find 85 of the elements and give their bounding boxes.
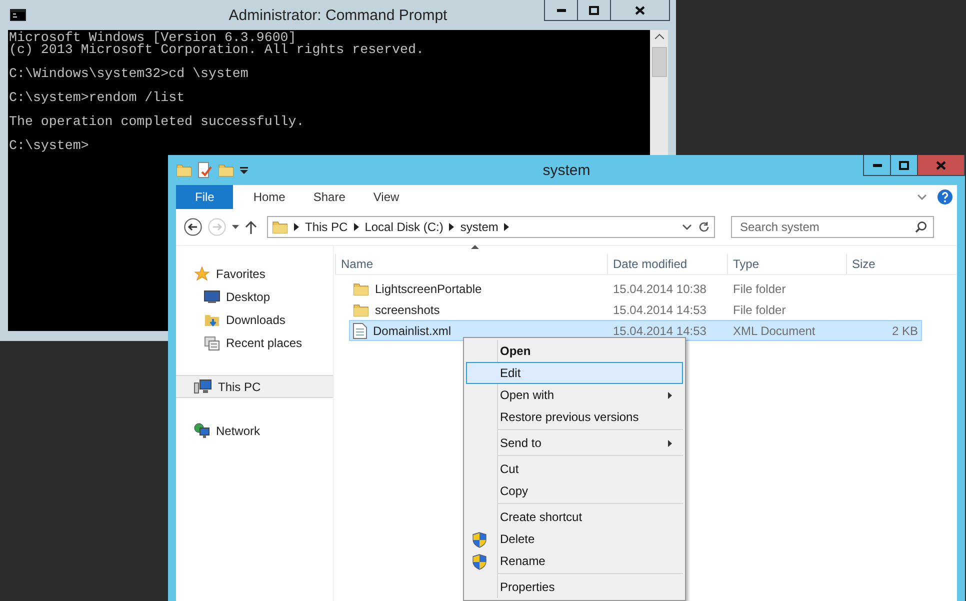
minimize-icon xyxy=(556,8,566,12)
window-title: Administrator: Command Prompt xyxy=(228,6,448,24)
breadcrumb-arrow-icon xyxy=(354,223,359,231)
menu-item[interactable]: Delete xyxy=(466,528,683,550)
table-cell-text: File folder xyxy=(732,282,787,296)
nav-item[interactable]: Favorites xyxy=(176,262,333,285)
column-header[interactable]: Name xyxy=(335,254,607,274)
console-line: C:\system>rendom /list xyxy=(9,92,186,104)
menu-item[interactable]: Cut xyxy=(466,458,683,480)
table-cell-text: 15.04.2014 10:38 xyxy=(612,282,708,296)
window-title: system xyxy=(542,162,590,178)
nav-item[interactable]: Desktop xyxy=(176,285,333,308)
breadcrumb[interactable]: Local Disk (C:) xyxy=(364,220,444,234)
folder-icon xyxy=(353,302,369,318)
menu-item[interactable]: Restore previous versions xyxy=(466,406,683,428)
nav-item[interactable]: This PC xyxy=(176,375,333,398)
scroll-up-icon[interactable] xyxy=(654,34,664,39)
folder-icon xyxy=(218,162,234,178)
console-line: The operation completed successfully. xyxy=(9,116,306,128)
recent-places-icon xyxy=(204,334,220,350)
file-row[interactable]: Domainlist.xml 15.04.2014 14:53 XML Document 2 KB xyxy=(349,320,922,341)
menu-item[interactable]: Copy xyxy=(466,480,683,502)
help-icon[interactable] xyxy=(937,189,953,205)
file-name: Domainlist.xml xyxy=(350,322,608,338)
table-cell-text: 15.04.2014 14:53 xyxy=(612,324,708,338)
file-row[interactable]: LightscreenPortable 15.04.2014 10:38 File folder xyxy=(349,278,922,299)
nav-item[interactable]: Network xyxy=(176,419,333,442)
minimize-button[interactable] xyxy=(544,0,578,21)
menu-item[interactable]: Create shortcut xyxy=(466,506,683,528)
folder-icon xyxy=(176,162,192,178)
up-arrow-icon[interactable] xyxy=(245,220,257,234)
folder-icon xyxy=(353,280,369,296)
console-line: Microsoft Windows [Version 6.3.9600] xyxy=(9,32,298,44)
sort-arrow-icon xyxy=(471,245,479,249)
menu-item[interactable]: Send to xyxy=(466,432,683,454)
folder-icon xyxy=(272,219,288,235)
document-icon xyxy=(353,322,367,338)
breadcrumb-arrow-icon xyxy=(449,223,454,231)
close-icon xyxy=(936,160,946,170)
menu-item[interactable]: Open with xyxy=(466,384,683,406)
nav-item[interactable]: Downloads xyxy=(176,308,333,331)
menu-item[interactable]: Properties xyxy=(466,576,683,598)
file-menu-button[interactable]: File xyxy=(176,185,234,209)
chevron-down-icon[interactable] xyxy=(917,194,927,200)
table-cell-text: File folder xyxy=(732,302,787,316)
chevron-down-icon[interactable] xyxy=(682,224,692,230)
monitor-icon xyxy=(204,290,220,304)
network-icon xyxy=(194,422,210,438)
minimize-icon xyxy=(872,164,882,166)
breadcrumb[interactable]: This PC xyxy=(305,220,348,234)
minimize-button[interactable] xyxy=(863,155,891,176)
caret-icon[interactable] xyxy=(232,225,239,229)
table-cell-text: 2 KB xyxy=(890,324,919,338)
maximize-icon xyxy=(589,6,599,14)
table-cell-text: XML Document xyxy=(732,324,816,338)
console-line: (c) 2013 Microsoft Corporation. All rights reserved. xyxy=(9,44,425,56)
menu-item[interactable]: Rename xyxy=(466,550,683,572)
menu-item[interactable]: Open xyxy=(466,340,683,362)
menu-item[interactable]: Edit xyxy=(466,362,683,384)
star-icon xyxy=(194,266,210,282)
properties-icon[interactable] xyxy=(198,162,212,178)
nav-item[interactable]: Recent places xyxy=(176,331,333,354)
close-button[interactable] xyxy=(610,0,670,21)
console-line: C:\Windows\system32>cd \system xyxy=(9,68,250,80)
maximize-icon xyxy=(899,160,909,170)
console-app-icon xyxy=(10,9,26,21)
breadcrumb-arrow-icon xyxy=(504,223,510,231)
column-header[interactable]: Size xyxy=(846,254,921,274)
file-name: LightscreenPortable xyxy=(350,280,608,296)
address-bar[interactable]: This PC Local Disk (C:) system xyxy=(267,216,715,238)
breadcrumb[interactable]: system xyxy=(460,220,498,234)
scroll-thumb[interactable] xyxy=(652,47,666,77)
search-icon xyxy=(915,221,927,233)
refresh-icon[interactable] xyxy=(698,221,710,233)
table-cell-text: 15.04.2014 14:53 xyxy=(612,302,708,316)
file-row[interactable]: screenshots 15.04.2014 14:53 File folder xyxy=(349,299,922,320)
column-header[interactable]: Type xyxy=(727,254,846,274)
console-line: C:\system> xyxy=(9,140,90,152)
column-header[interactable]: Date modified xyxy=(607,254,727,274)
computer-icon xyxy=(194,378,212,394)
breadcrumb-arrow-icon xyxy=(294,223,299,231)
close-icon xyxy=(635,6,645,14)
search-field[interactable]: Search system xyxy=(731,216,934,238)
file-name: screenshots xyxy=(350,302,608,318)
caret-icon[interactable] xyxy=(240,166,248,174)
